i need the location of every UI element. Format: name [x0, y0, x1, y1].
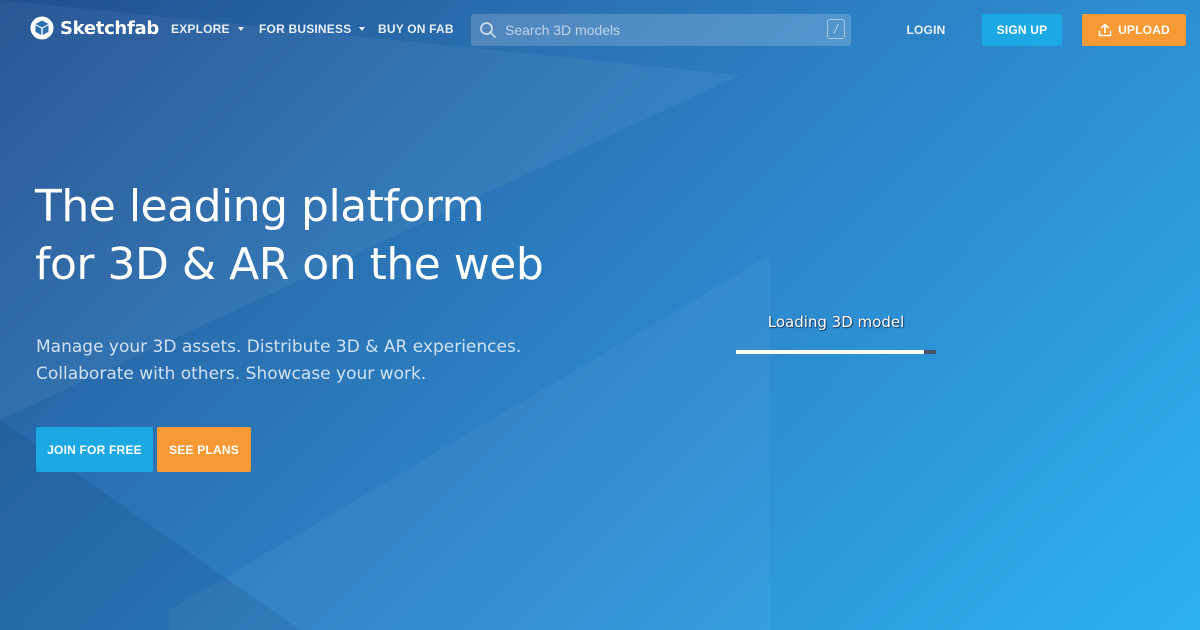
- sketchfab-homepage: Sketchfab EXPLORE FOR BUSINESS BUY ON FA…: [0, 0, 1200, 630]
- login-button[interactable]: LOGIN: [890, 14, 962, 46]
- hero-title-line-2: for 3D & AR on the web: [35, 239, 544, 290]
- chevron-down-icon: [359, 27, 366, 31]
- search-icon[interactable]: [479, 21, 497, 39]
- background-triangles: [0, 0, 770, 630]
- nav-for-business-label: FOR BUSINESS: [259, 22, 352, 36]
- nav-explore[interactable]: EXPLORE: [171, 22, 244, 36]
- join-for-free-button[interactable]: JOIN FOR FREE: [36, 427, 153, 472]
- loading-progress-bar: [736, 350, 936, 354]
- hero-subtitle-line-1: Manage your 3D assets. Distribute 3D & A…: [36, 337, 522, 357]
- loading-3d-model-text: Loading 3D model: [767, 313, 905, 331]
- sketchfab-logo[interactable]: Sketchfab: [30, 16, 159, 40]
- hero-title-line-1: The leading platform: [35, 181, 485, 232]
- upload-button-label: UPLOAD: [1118, 23, 1170, 37]
- brand-name: Sketchfab: [60, 17, 159, 39]
- search-shortcut-key: /: [827, 19, 845, 39]
- top-navigation-bar: Sketchfab EXPLORE FOR BUSINESS BUY ON FA…: [0, 0, 1200, 60]
- nav-buy-on-fab-label: BUY ON FAB: [378, 22, 454, 36]
- hero-title: The leading platform for 3D & AR on the …: [35, 178, 655, 294]
- hero-subtitle-line-2: Collaborate with others. Showcase your w…: [36, 364, 427, 384]
- search-input[interactable]: [503, 15, 817, 45]
- loading-progress-fill: [736, 350, 924, 354]
- sketchfab-cube-logo-icon: [30, 16, 54, 40]
- search-bar: /: [471, 14, 851, 46]
- signup-button[interactable]: SIGN UP: [982, 14, 1062, 46]
- nav-buy-on-fab[interactable]: BUY ON FAB: [378, 22, 454, 36]
- nav-for-business[interactable]: FOR BUSINESS: [259, 22, 366, 36]
- upload-icon: [1098, 23, 1112, 37]
- hero-subtitle: Manage your 3D assets. Distribute 3D & A…: [36, 334, 596, 388]
- upload-button[interactable]: UPLOAD: [1082, 14, 1186, 46]
- nav-explore-label: EXPLORE: [171, 22, 230, 36]
- see-plans-button[interactable]: SEE PLANS: [157, 427, 251, 472]
- chevron-down-icon: [237, 27, 244, 31]
